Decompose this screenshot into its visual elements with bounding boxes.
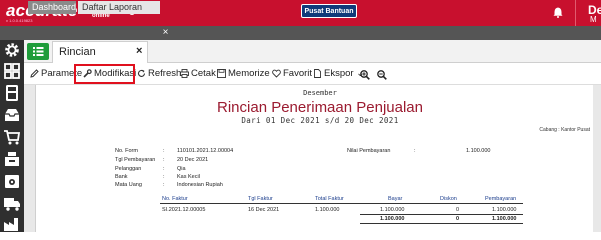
truck-icon[interactable] xyxy=(3,194,21,212)
field-label: Bank xyxy=(115,174,128,180)
calculator-icon[interactable] xyxy=(3,84,21,102)
cetak-label: Cetak xyxy=(191,68,216,79)
table-header-rule xyxy=(160,203,523,204)
table-header: Pembayaran xyxy=(485,196,517,202)
cart-icon[interactable] xyxy=(3,128,21,146)
table-total: 0 xyxy=(456,216,460,222)
table-cell: 16 Dec 2021 xyxy=(248,207,280,213)
help-center-button[interactable]: Pusat Bantuan xyxy=(301,4,357,18)
table-cell: 1.100.000 xyxy=(315,207,340,213)
table-header: Total Faktur xyxy=(315,196,344,202)
table-total: 1.100.000 xyxy=(492,216,517,222)
sidebar xyxy=(0,40,24,232)
bell-icon[interactable] xyxy=(553,7,563,18)
list-icon xyxy=(33,47,44,56)
gear-icon[interactable] xyxy=(3,41,21,59)
table-total-rule xyxy=(360,214,523,215)
favorit-label: Favorit xyxy=(283,68,313,79)
field-colon: : xyxy=(163,182,165,188)
pencil-icon xyxy=(30,69,39,78)
ekspor-button[interactable]: Ekspor ⌄ xyxy=(313,66,364,82)
zoom-in-icon[interactable] xyxy=(360,70,370,80)
field-value: 110101.2021.12.00004 xyxy=(177,148,234,154)
refresh-label: Refresh xyxy=(148,68,182,79)
table-total-rule xyxy=(360,223,523,224)
user-separator xyxy=(575,0,576,26)
tab-daftar-laporan[interactable]: Daftar Laporan xyxy=(78,1,160,14)
zoom-out-icon[interactable] xyxy=(377,70,387,80)
memorize-label: Memorize xyxy=(228,68,270,79)
field-value: Kas Kecil xyxy=(177,174,200,180)
table-cell: SI.2021.12.00005 xyxy=(162,207,206,213)
field-value: Indonesian Rupiah xyxy=(177,182,223,188)
report-branch: Cabang : Kantor Pusat xyxy=(539,127,590,133)
refresh-icon xyxy=(137,69,146,77)
tab-rincian-penerimaan[interactable]: Rincian Penerima... xyxy=(52,41,148,78)
field-value: Qia xyxy=(177,166,186,172)
field-colon: : xyxy=(163,157,165,163)
vertical-scrollbar[interactable] xyxy=(593,85,601,232)
report-company: Desember xyxy=(303,89,337,97)
tab-dashboard[interactable]: Dashboard xyxy=(28,1,76,14)
inbox-icon[interactable] xyxy=(3,106,21,124)
printer-icon xyxy=(180,69,189,78)
refresh-button[interactable]: Refresh xyxy=(137,66,181,82)
field-label: No. Form xyxy=(115,148,138,154)
report-period: Dari 01 Dec 2021 s/d 20 Dec 2021 xyxy=(241,116,399,125)
table-header: Tgl Faktur xyxy=(248,196,273,202)
table-total: 1.100.000 xyxy=(380,216,405,222)
field-colon: : xyxy=(163,166,165,172)
cetak-button[interactable]: Cetak xyxy=(180,66,216,82)
floppy-icon xyxy=(217,69,226,78)
heart-icon xyxy=(272,69,281,78)
report-title: Rincian Penerimaan Penjualan xyxy=(217,99,423,116)
table-header: No. Faktur xyxy=(162,196,188,202)
table-cell: 1.100.000 xyxy=(492,207,517,213)
ekspor-label: Ekspor ⌄ xyxy=(324,68,365,79)
inner-tab-close-button[interactable]: × xyxy=(136,41,142,61)
menu-list-button[interactable] xyxy=(27,43,49,60)
document-icon xyxy=(314,69,321,78)
table-cell: 1.100.000 xyxy=(380,207,405,213)
user-subtitle: M xyxy=(590,15,597,24)
factory-icon[interactable] xyxy=(3,214,21,232)
field-colon: : xyxy=(163,174,165,180)
modifikasi-highlight-box xyxy=(74,64,135,84)
field-value: 20 Dec 2021 xyxy=(177,157,209,163)
table-header: Diskon xyxy=(440,196,457,202)
nilai-pembayaran-value: 1.100.000 xyxy=(466,148,491,154)
grid-icon[interactable] xyxy=(3,62,21,80)
app-version: v 1.0.0.419823 xyxy=(6,18,33,23)
favorit-button[interactable]: Favorit xyxy=(272,66,312,82)
cash-register-icon[interactable] xyxy=(3,150,21,168)
field-label: Pelanggan xyxy=(115,166,142,172)
tab-bar xyxy=(0,26,601,40)
nilai-pembayaran-colon: : xyxy=(414,148,416,154)
field-colon: : xyxy=(163,148,165,154)
table-header: Bayar xyxy=(388,196,403,202)
box-icon[interactable] xyxy=(3,172,21,190)
table-cell: 0 xyxy=(456,207,460,213)
parameter-button[interactable]: Paramete xyxy=(30,66,82,82)
memorize-button[interactable]: Memorize xyxy=(217,66,270,82)
tab-close-button[interactable]: × xyxy=(161,27,170,39)
nilai-pembayaran-label: Nilai Pembayaran xyxy=(347,148,391,154)
left-panel-strip xyxy=(24,85,36,232)
field-label: Mata Uang xyxy=(115,182,142,188)
field-label: Tgl Pembayaran xyxy=(115,157,156,163)
